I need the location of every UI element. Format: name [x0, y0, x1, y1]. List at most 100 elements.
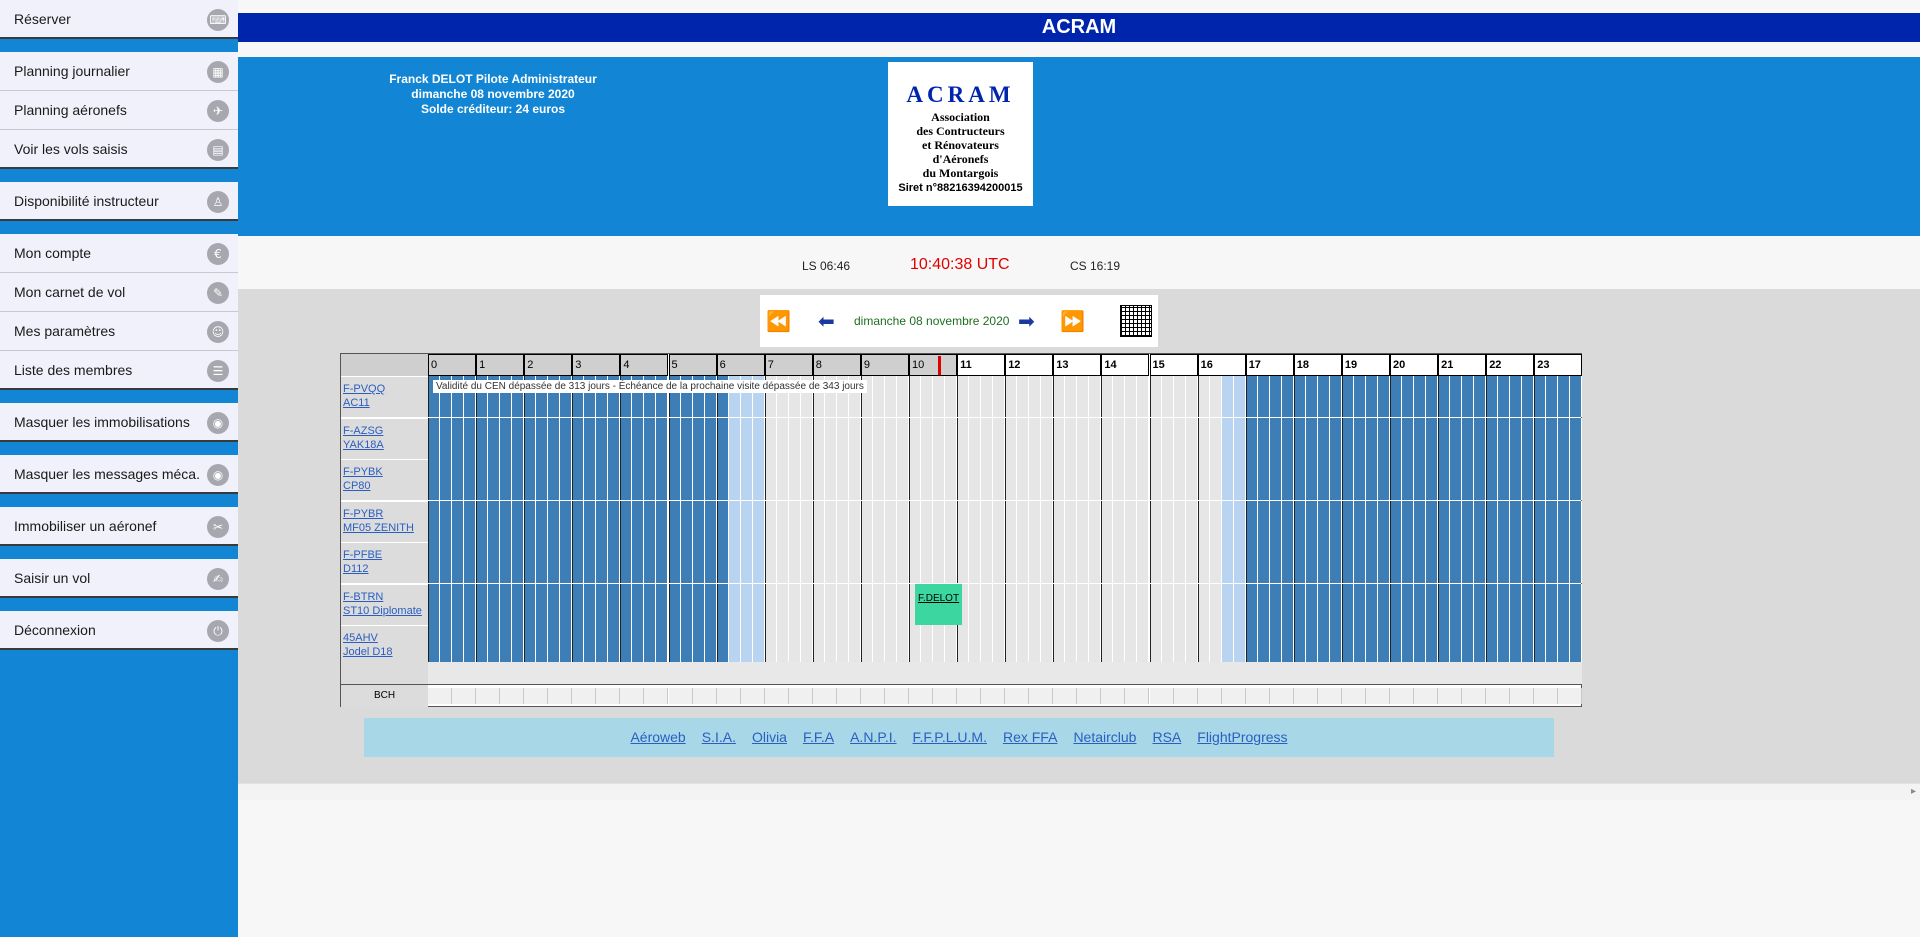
time-slot[interactable]: [572, 459, 585, 500]
time-slot[interactable]: [704, 459, 717, 500]
time-slot[interactable]: [788, 500, 801, 542]
time-slot[interactable]: [1522, 417, 1535, 459]
time-slot[interactable]: [680, 459, 693, 500]
time-slot[interactable]: [1221, 625, 1234, 666]
time-slot[interactable]: [1005, 542, 1018, 583]
time-slot[interactable]: [536, 625, 549, 666]
time-slot[interactable]: [872, 376, 885, 417]
time-slot[interactable]: [1377, 542, 1390, 583]
time-slot[interactable]: [872, 542, 885, 583]
time-slot[interactable]: [848, 417, 861, 459]
horizontal-scrollbar[interactable]: ▸: [238, 783, 1920, 800]
time-slot[interactable]: [1390, 542, 1403, 583]
time-slot[interactable]: [1510, 625, 1523, 666]
prev-day-icon[interactable]: ⬅: [818, 309, 835, 333]
time-slot[interactable]: [1281, 376, 1294, 417]
time-slot[interactable]: [464, 500, 477, 542]
time-slot[interactable]: [740, 459, 753, 500]
footer-link[interactable]: Netairclub: [1073, 729, 1136, 745]
time-slot[interactable]: [1137, 459, 1150, 500]
time-slot[interactable]: [1377, 583, 1390, 625]
time-slot[interactable]: [969, 417, 982, 459]
time-slot[interactable]: [1534, 542, 1547, 583]
time-slot[interactable]: [1089, 583, 1102, 625]
time-slot[interactable]: [584, 625, 597, 666]
time-slot[interactable]: [512, 500, 525, 542]
time-slot[interactable]: [1474, 542, 1487, 583]
time-slot[interactable]: [608, 625, 621, 666]
time-slot[interactable]: [608, 542, 621, 583]
time-slot[interactable]: [1281, 417, 1294, 459]
time-slot[interactable]: [1570, 625, 1583, 666]
time-slot[interactable]: [1089, 417, 1102, 459]
time-slot[interactable]: [981, 583, 994, 625]
time-slot[interactable]: [1209, 417, 1222, 459]
time-slot[interactable]: [993, 500, 1006, 542]
aircraft-type-link[interactable]: ST10 Diplomate: [343, 604, 426, 618]
time-slot[interactable]: [1185, 417, 1198, 459]
time-slot[interactable]: [812, 542, 825, 583]
time-slot[interactable]: [1077, 376, 1090, 417]
time-slot[interactable]: [524, 459, 537, 500]
time-slot[interactable]: [776, 542, 789, 583]
time-slot[interactable]: [1185, 376, 1198, 417]
time-slot[interactable]: [1546, 583, 1559, 625]
time-slot[interactable]: [596, 417, 609, 459]
time-slot[interactable]: [1101, 625, 1114, 666]
time-slot[interactable]: [1426, 583, 1439, 625]
time-slot[interactable]: [1305, 583, 1318, 625]
time-slot[interactable]: [1077, 625, 1090, 666]
time-slot[interactable]: [1317, 625, 1330, 666]
time-slot[interactable]: [1305, 376, 1318, 417]
time-slot[interactable]: [1510, 500, 1523, 542]
time-slot[interactable]: [1450, 459, 1463, 500]
time-slot[interactable]: [428, 459, 441, 500]
time-slot[interactable]: [488, 625, 501, 666]
time-slot[interactable]: [524, 542, 537, 583]
time-slot[interactable]: [1353, 542, 1366, 583]
time-slot[interactable]: [500, 459, 513, 500]
time-slot[interactable]: [872, 500, 885, 542]
time-slot[interactable]: [1269, 459, 1282, 500]
time-slot[interactable]: [1486, 542, 1499, 583]
menu-item[interactable]: Masquer les messages méca. ◉: [0, 455, 238, 494]
time-slot[interactable]: [620, 542, 633, 583]
time-slot[interactable]: [1486, 459, 1499, 500]
time-slot[interactable]: [488, 459, 501, 500]
time-slot[interactable]: [1365, 376, 1378, 417]
time-slot[interactable]: [464, 459, 477, 500]
time-slot[interactable]: [1390, 625, 1403, 666]
time-slot[interactable]: [692, 459, 705, 500]
time-slot[interactable]: [1522, 625, 1535, 666]
time-slot[interactable]: [1173, 625, 1186, 666]
footer-link[interactable]: F.F.P.L.U.M.: [913, 729, 987, 745]
time-slot[interactable]: [1353, 500, 1366, 542]
time-slot[interactable]: [1029, 625, 1042, 666]
time-slot[interactable]: [1209, 459, 1222, 500]
time-slot[interactable]: [584, 417, 597, 459]
time-slot[interactable]: [716, 542, 729, 583]
time-slot[interactable]: [1558, 376, 1571, 417]
time-slot[interactable]: [1077, 417, 1090, 459]
time-slot[interactable]: [440, 417, 453, 459]
aircraft-registration-link[interactable]: 45AHV: [343, 631, 426, 645]
time-slot[interactable]: [969, 583, 982, 625]
time-slot[interactable]: [1245, 625, 1258, 666]
menu-item[interactable]: Planning journalier ▦: [0, 52, 238, 91]
time-slot[interactable]: [1353, 417, 1366, 459]
time-slot[interactable]: [909, 542, 922, 583]
time-slot[interactable]: [1402, 625, 1415, 666]
time-slot[interactable]: [896, 459, 909, 500]
time-slot[interactable]: [1402, 583, 1415, 625]
time-slot[interactable]: [452, 583, 465, 625]
time-slot[interactable]: [500, 500, 513, 542]
time-slot[interactable]: [872, 583, 885, 625]
time-slot[interactable]: [476, 583, 489, 625]
time-slot[interactable]: [608, 417, 621, 459]
time-slot[interactable]: [1438, 417, 1451, 459]
time-slot[interactable]: [1293, 376, 1306, 417]
time-slot[interactable]: [1113, 542, 1126, 583]
time-slot[interactable]: [1017, 625, 1030, 666]
time-slot[interactable]: [1546, 417, 1559, 459]
time-slot[interactable]: [1353, 625, 1366, 666]
